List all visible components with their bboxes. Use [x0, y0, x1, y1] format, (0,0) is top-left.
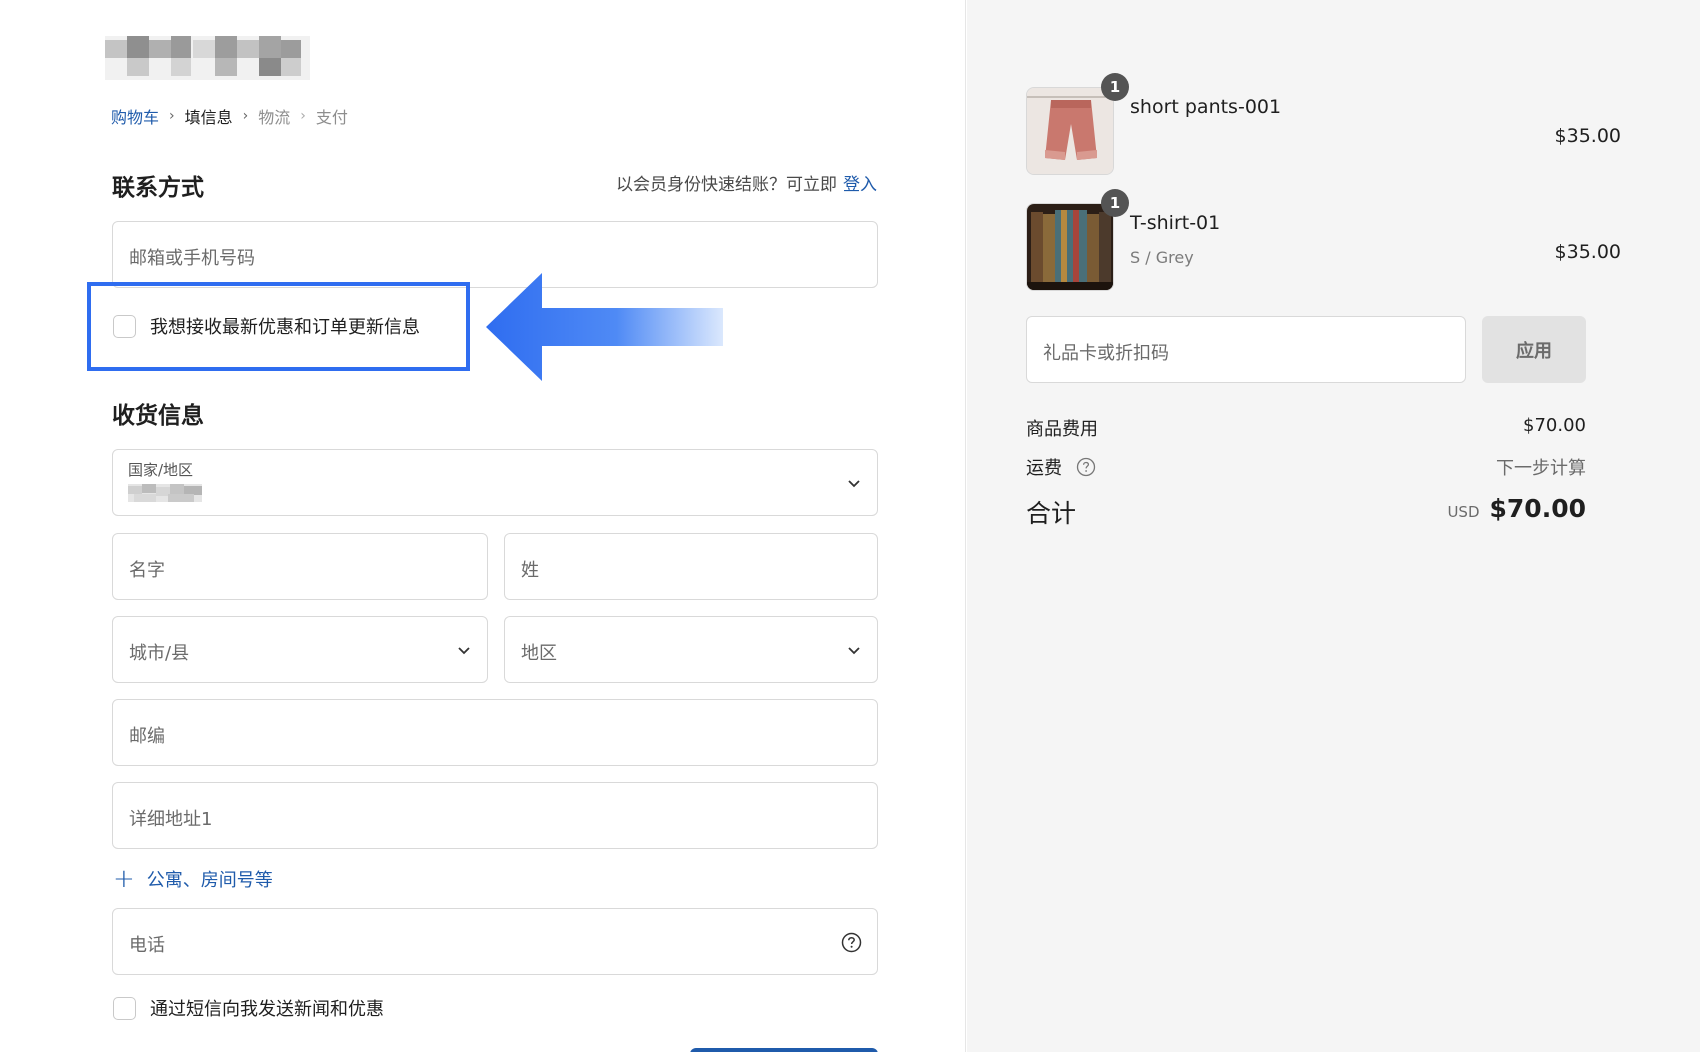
last-name-placeholder: 姓 [521, 560, 539, 581]
chevron-down-icon [848, 647, 860, 655]
shipping-label: 运费 [1026, 458, 1062, 479]
total-currency: USD [1447, 503, 1480, 521]
item-name: short pants-001 [1130, 96, 1282, 118]
item-name: T-shirt-01 [1130, 212, 1221, 234]
chevron-down-icon [458, 647, 470, 655]
phone-input[interactable]: 电话 [112, 908, 878, 975]
item-variant: S / Grey [1130, 248, 1194, 267]
cart-item: 1 short pants-001 $35.00 [1026, 73, 1621, 177]
chevron-right-icon: › [300, 108, 306, 124]
apply-discount-button[interactable]: 应用 [1482, 316, 1586, 383]
delivery-section-title: 收货信息 [112, 403, 204, 429]
region-select[interactable]: 地区 [504, 616, 878, 683]
item-price: $35.00 [1554, 125, 1621, 147]
chevron-down-icon [848, 480, 860, 488]
product-thumbnail [1026, 203, 1114, 291]
breadcrumb-shipping: 物流 [258, 108, 291, 127]
order-summary-panel: 1 short pants-001 $35.00 1 T-shirt-01 S … [967, 0, 1700, 1052]
shorts-image [1027, 88, 1113, 174]
phone-placeholder: 电话 [129, 935, 165, 956]
member-login-prompt-text: 以会员身份快速结账？可立即 [616, 175, 837, 195]
subtotal-label: 商品费用 [1026, 419, 1098, 440]
first-name-input[interactable]: 名字 [112, 533, 488, 600]
country-value-redacted [128, 484, 202, 502]
last-name-input[interactable]: 姓 [504, 533, 878, 600]
add-apartment-link[interactable]: + 公寓、房间号等 [113, 866, 273, 892]
cart-item: 1 T-shirt-01 S / Grey $35.00 [1026, 189, 1621, 293]
product-thumbnail [1026, 87, 1114, 175]
arrow-left-icon [486, 273, 723, 381]
city-select[interactable]: 城市/县 [112, 616, 488, 683]
postal-code-placeholder: 邮编 [129, 726, 165, 747]
gift-card-placeholder: 礼品卡或折扣码 [1043, 343, 1169, 364]
address-line1-placeholder: 详细地址1 [129, 809, 213, 830]
add-apartment-label: 公寓、房间号等 [146, 870, 273, 891]
breadcrumb: 购物车 › 填信息 › 物流 › 支付 [111, 104, 348, 128]
sms-option: 通过短信向我发送新闻和优惠 [113, 995, 384, 1021]
sms-checkbox[interactable] [113, 996, 136, 1020]
store-logo[interactable] [105, 36, 310, 80]
quantity-badge: 1 [1101, 73, 1129, 101]
gift-card-input[interactable]: 礼品卡或折扣码 [1026, 316, 1466, 383]
total-amount: $70.00 [1489, 494, 1586, 523]
first-name-placeholder: 名字 [129, 560, 165, 581]
total-label: 合计 [1026, 499, 1077, 528]
breadcrumb-payment: 支付 [315, 108, 348, 127]
region-placeholder: 地区 [521, 643, 557, 664]
breadcrumb-cart-link[interactable]: 购物车 [111, 104, 159, 128]
tshirt-image [1027, 204, 1113, 290]
quantity-badge: 1 [1101, 189, 1129, 217]
postal-code-input[interactable]: 邮编 [112, 699, 878, 766]
chevron-right-icon: › [242, 108, 249, 124]
member-login-prompt: 以会员身份快速结账？可立即 登入 [616, 170, 877, 195]
item-price: $35.00 [1554, 241, 1621, 263]
country-label: 国家/地区 [128, 461, 194, 479]
country-select[interactable]: 国家/地区 [112, 449, 878, 516]
login-link[interactable]: 登入 [843, 175, 877, 195]
shipping-value: 下一步计算 [1496, 458, 1586, 479]
subtotal-value: $70.00 [1523, 415, 1586, 436]
help-icon[interactable] [841, 932, 862, 953]
total-value-group: USD $70.00 [1447, 494, 1586, 523]
city-placeholder: 城市/县 [129, 643, 190, 664]
help-icon[interactable] [1076, 457, 1096, 477]
breadcrumb-info: 填信息 [184, 108, 233, 127]
address-line1-input[interactable]: 详细地址1 [112, 782, 878, 849]
email-or-phone-placeholder: 邮箱或手机号码 [129, 248, 255, 269]
checkout-form-panel: 购物车 › 填信息 › 物流 › 支付 联系方式 以会员身份快速结账？可立即 登入… [0, 0, 966, 1052]
continue-button[interactable] [690, 1048, 878, 1052]
sms-label: 通过短信向我发送新闻和优惠 [150, 999, 384, 1020]
chevron-right-icon: › [169, 108, 175, 124]
shipping-label-group: 运费 [1026, 454, 1096, 480]
contact-section-title: 联系方式 [112, 175, 204, 201]
plus-icon: + [113, 864, 135, 894]
highlight-box [87, 282, 470, 371]
